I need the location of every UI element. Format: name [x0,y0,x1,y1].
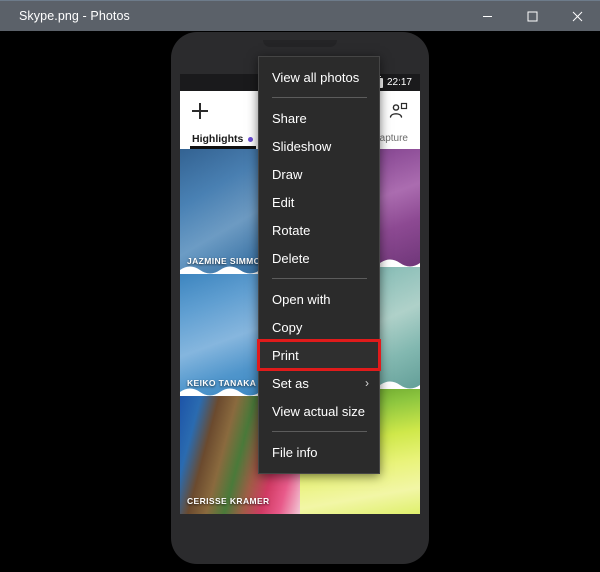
menu-item-label: View actual size [272,403,365,419]
tab-highlights[interactable]: Highlights [192,133,254,145]
person-add-icon[interactable] [388,101,408,121]
menu-item-label: View all photos [272,69,360,85]
close-icon [572,11,583,21]
menu-separator [272,278,367,279]
menu-item-draw[interactable]: Draw [259,160,379,188]
menu-item-label: Edit [272,194,295,210]
menu-item-label: Open with [272,291,331,307]
highlights-dot-icon [248,136,254,142]
window-controls [465,1,600,32]
menu-item-edit[interactable]: Edit [259,188,379,216]
menu-item-delete[interactable]: Delete [259,244,379,272]
window-title: Skype.png - Photos [19,9,130,23]
close-button[interactable] [555,1,600,32]
phone-notch [263,40,337,47]
maximize-icon [527,11,538,21]
photo-canvas[interactable]: 22:17 Highlights Capture JAZMINE SIMMONS… [0,31,600,572]
menu-item-label: Rotate [272,222,311,238]
menu-item-label: Delete [272,250,310,266]
menu-item-copy[interactable]: Copy [259,313,379,341]
status-bar-clock: 22:17 [386,77,412,88]
plus-icon[interactable] [192,103,208,119]
menu-item-rotate[interactable]: Rotate [259,216,379,244]
minimize-icon [483,15,492,17]
title-bar: Skype.png - Photos [0,0,600,31]
chevron-right-icon: › [365,376,369,390]
menu-item-print[interactable]: Print [257,339,381,371]
menu-item-label: File info [272,444,318,460]
menu-item-label: Set as [272,375,309,391]
photos-app-window: Skype.png - Photos 22:17 Highlights Capt… [0,0,600,572]
menu-item-open-with[interactable]: Open with [259,285,379,313]
person-add-glyph [389,102,408,118]
menu-item-view-all-photos[interactable]: View all photos [259,63,379,91]
context-menu[interactable]: View all photos Share Slideshow Draw Edit Rot… [257,56,381,474]
menu-item-label: Print [272,347,299,363]
menu-separator [272,97,367,98]
tab-highlights-label: Highlights [192,133,244,145]
menu-item-view-actual-size[interactable]: View actual size [259,397,379,425]
menu-separator [272,431,367,432]
menu-item-label: Draw [272,166,303,182]
menu-item-label: Copy [272,319,303,335]
menu-item-share[interactable]: Share [259,104,379,132]
menu-item-file-info[interactable]: File info [259,438,379,466]
menu-item-label: Slideshow [272,138,332,154]
menu-item-slideshow[interactable]: Slideshow [259,132,379,160]
highlight-author-name: CERISSE KRAMER [187,496,270,506]
minimize-button[interactable] [465,1,510,32]
maximize-button[interactable] [510,1,555,32]
menu-item-set-as[interactable]: Set as › [259,369,379,397]
menu-item-label: Share [272,110,307,126]
